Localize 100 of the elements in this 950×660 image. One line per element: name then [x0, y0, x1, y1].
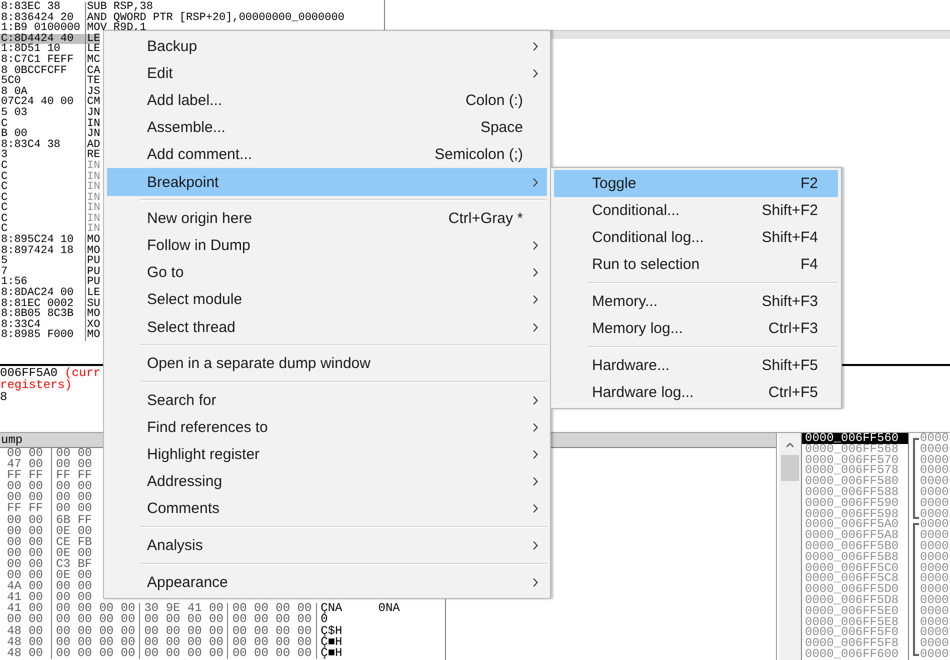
instruction-text: JN [86, 108, 100, 119]
instruction-text: LE [86, 34, 100, 44]
menu-item[interactable]: Open in a separate dump window [107, 350, 547, 378]
stack-value: 0000 [920, 552, 949, 563]
instruction-text: PU [86, 256, 100, 267]
menu-item[interactable]: Conditional log... Shift+F4 [554, 224, 838, 252]
hex-bytes: 00 00 00 00 [227, 636, 316, 648]
instruction-text: SU [86, 298, 100, 310]
stack-address: 0000_006FF5F0 [804, 627, 900, 638]
byte-code: C [0, 192, 86, 204]
byte-code: 5 03 [0, 108, 86, 119]
byte-code: 8:81EC 0002 [0, 298, 86, 310]
menu-item[interactable]: New origin here Ctrl+Gray * [107, 205, 547, 232]
byte-code: C:8D4424 40 [0, 34, 86, 44]
stack-address: 0000_006FF5E8 [804, 616, 900, 628]
instruction-text: IN [86, 192, 100, 204]
menu-item[interactable]: Addressing [107, 468, 547, 496]
menu-item[interactable]: Assemble... Space [107, 114, 547, 142]
stack-address: 0000_006FF600 [804, 648, 900, 660]
hex-bytes: 00 00 [51, 481, 96, 492]
hex-bytes: 00 00 [6, 570, 44, 582]
byte-code: B 00 [0, 129, 86, 140]
menu-item[interactable]: Search for [107, 386, 547, 414]
hex-bytes: 00 00 00 00 [139, 626, 228, 637]
chevron-right-icon [532, 178, 538, 187]
stack-value: 0000 [920, 638, 949, 649]
chevron-right-icon [532, 423, 538, 432]
menu-item[interactable]: Select module [107, 286, 547, 314]
byte-code: 8:83EC 38 [0, 2, 86, 13]
byte-code: 8:8B05 8C3B [0, 309, 86, 320]
menu-item[interactable]: Hardware... Shift+F5 [554, 352, 838, 379]
instruction-text: MO [86, 309, 100, 320]
menu-item[interactable]: Add comment... Semicolon (;) [107, 141, 547, 168]
menu-item[interactable]: Analysis [107, 532, 547, 560]
menu-item[interactable]: Breakpoint [107, 168, 547, 196]
menu-item[interactable]: Run to selection F4 [554, 251, 838, 278]
byte-code: 8:897424 18 [0, 246, 86, 256]
byte-code: C [0, 118, 86, 130]
instruction-text: IN [86, 182, 100, 193]
stack-value: 0000 [920, 508, 949, 520]
menu-item[interactable]: Appearance [107, 568, 547, 596]
stack-address: 0000_006FF590 [804, 498, 900, 509]
menu-item[interactable]: Go to [107, 259, 547, 286]
hex-bytes: 48 00 [6, 648, 44, 659]
hex-bytes: 00 00 [6, 536, 44, 548]
menu-item[interactable]: Conditional... Shift+F2 [554, 197, 838, 224]
menu-item[interactable]: Comments [107, 495, 547, 522]
stack-address: 0000_006FF5D8 [804, 594, 900, 606]
hex-bytes: 00 00 [6, 614, 44, 626]
hex-bytes: FF FF [51, 470, 96, 482]
scroll-thumb[interactable] [781, 455, 799, 481]
instruction-text: IN [86, 172, 100, 182]
hex-bytes: 00 00 [6, 558, 44, 570]
chevron-right-icon [532, 295, 538, 304]
menu-item[interactable]: Memory log... Ctrl+F3 [554, 315, 838, 342]
instruction-text: IN [86, 203, 100, 214]
byte-code: 5C0 [0, 76, 86, 87]
byte-code: 8:83C4 38 [0, 140, 86, 150]
menu-item[interactable]: Edit [107, 60, 547, 88]
hex-bytes: 00 00 [6, 548, 44, 559]
byte-code: C [0, 182, 86, 193]
chevron-right-icon [532, 396, 538, 405]
menu-item[interactable]: Backup [107, 33, 547, 60]
instruction-text: XO [86, 320, 100, 330]
stack-address: 0000_006FF578 [804, 465, 900, 476]
hex-bytes: 41 00 [6, 592, 44, 604]
stack-value: 0000 [920, 606, 949, 617]
stack-value: 0000 [920, 519, 949, 530]
menu-item[interactable]: Add label... Colon (:) [107, 87, 547, 114]
byte-code: 1:8D51 10 [0, 44, 86, 55]
menu-item[interactable]: Find references to [107, 414, 547, 442]
menu-item[interactable]: Select thread [107, 314, 547, 341]
stack-address: 0000_006FF580 [804, 476, 900, 487]
menu-item[interactable]: Memory... Shift+F3 [554, 288, 838, 316]
info-text: 006FF5A0 [0, 367, 58, 379]
menu-item[interactable]: Highlight register [107, 441, 547, 468]
hex-bytes: FF FF [6, 503, 44, 515]
hex-bytes: 00 00 [51, 459, 96, 470]
stack-address: 0000_006FF5A8 [804, 530, 900, 541]
byte-code: 5 [0, 256, 86, 267]
menu-item[interactable]: Hardware log... Ctrl+F5 [554, 378, 838, 406]
byte-code: C [0, 160, 86, 172]
instruction-text: RE [86, 150, 100, 161]
stack-value: 0000 [920, 594, 949, 606]
chevron-right-icon [532, 578, 538, 587]
hex-bytes: CE FB [51, 536, 96, 548]
scrollbar[interactable] [779, 433, 801, 660]
hex-bytes: 00 00 00 00 [227, 626, 316, 637]
instruction-text: IN [86, 160, 100, 172]
stack-value: 0000 [920, 465, 949, 476]
hex-bytes: 0E 00 [51, 548, 96, 559]
instruction-text: JN [86, 129, 100, 140]
instruction-text: LE [86, 288, 100, 299]
stack-address: 0000_006FF568 [804, 444, 900, 455]
menu-item[interactable]: Follow in Dump [107, 232, 547, 260]
menu-item[interactable]: Toggle F2 [554, 170, 838, 198]
hex-bytes: 00 00 [6, 492, 44, 504]
byte-code: 8 0BCCFCFF [0, 66, 86, 76]
hex-bytes: 00 00 00 00 [51, 648, 140, 659]
instruction-text: MO [86, 246, 100, 256]
